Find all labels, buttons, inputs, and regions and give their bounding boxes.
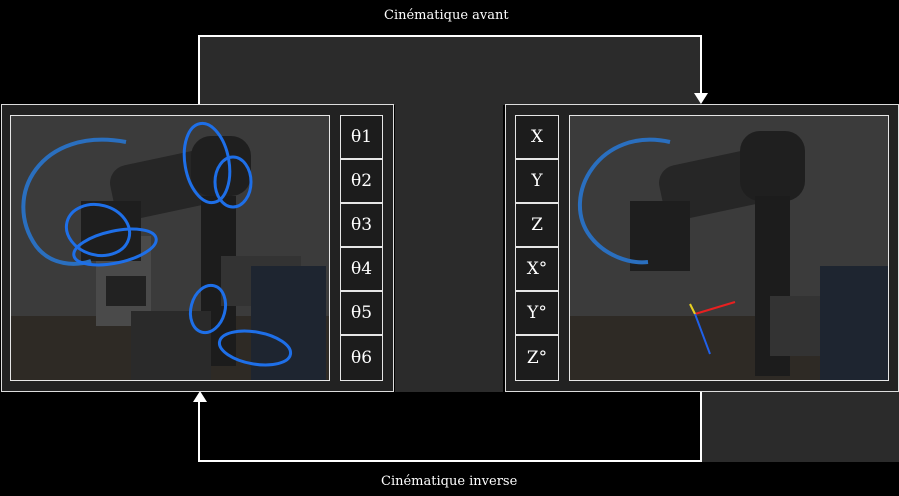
pose-cell: Z° — [515, 335, 559, 381]
inverse-arrowhead-icon — [193, 391, 207, 402]
robot-arm-pose-photo — [569, 115, 889, 381]
pose-cell: Y° — [515, 291, 559, 335]
top-band — [199, 35, 701, 105]
pose-cell: X — [515, 115, 559, 159]
inverse-arrow-horizontal — [198, 460, 702, 462]
forward-arrow-right-vertical — [700, 35, 702, 95]
inverse-arrow-left-vertical — [198, 402, 200, 462]
bottom-band — [700, 390, 899, 462]
joint-cell: θ3 — [340, 203, 383, 247]
joint-cell: θ6 — [340, 335, 383, 381]
middle-band — [395, 104, 503, 392]
joint-cell: θ5 — [340, 291, 383, 335]
inverse-kinematics-title: Cinématique inverse — [381, 474, 518, 489]
joint-cell: θ4 — [340, 247, 383, 291]
forward-arrow-left-vertical — [198, 35, 200, 105]
joint-cell: θ1 — [340, 115, 383, 159]
forward-kinematics-title: Cinématique avant — [384, 8, 509, 23]
joint-cell: θ2 — [340, 159, 383, 203]
pose-list: X Y Z X° Y° Z° — [515, 115, 559, 381]
robot-arm-joints-photo — [10, 115, 330, 381]
pose-cell: Y — [515, 159, 559, 203]
pose-cell: Z — [515, 203, 559, 247]
inverse-arrow-right-vertical — [700, 390, 702, 462]
pose-cell: X° — [515, 247, 559, 291]
joint-list: θ1 θ2 θ3 θ4 θ5 θ6 — [340, 115, 383, 381]
forward-arrow-horizontal — [198, 35, 702, 37]
